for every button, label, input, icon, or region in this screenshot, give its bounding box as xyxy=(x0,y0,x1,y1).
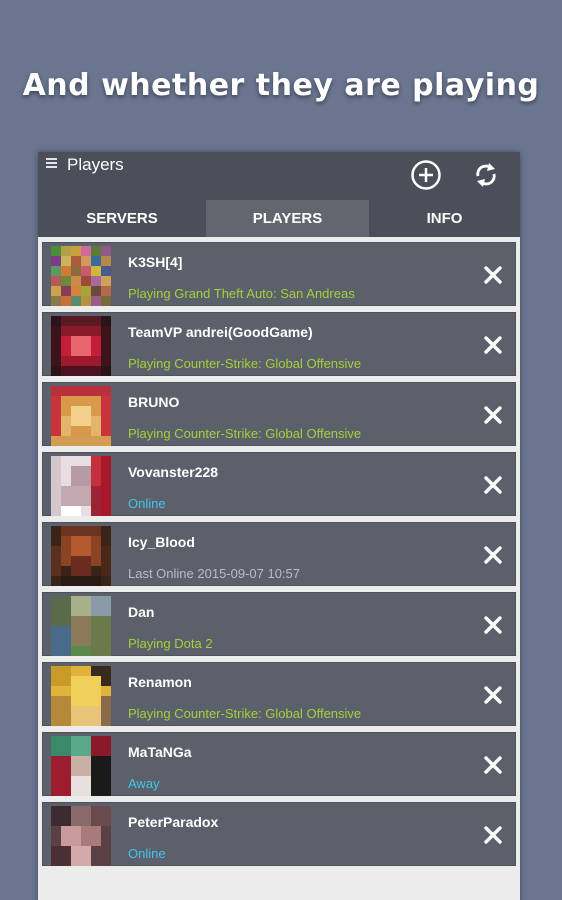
player-name: TeamVP andrei(GoodGame) xyxy=(128,324,313,340)
player-row[interactable]: BRUNO Playing Counter-Strike: Global Off… xyxy=(42,382,516,446)
player-name: Dan xyxy=(128,604,155,620)
refresh-button[interactable] xyxy=(470,159,502,191)
player-name: MaTaNGa xyxy=(128,744,192,760)
player-avatar xyxy=(51,526,111,586)
tab-servers[interactable]: SERVERS xyxy=(38,200,206,237)
headline: And whether they are playing xyxy=(22,68,540,103)
close-icon xyxy=(484,336,502,354)
remove-player-button[interactable] xyxy=(483,685,503,705)
player-name: Renamon xyxy=(128,674,192,690)
close-icon xyxy=(484,406,502,424)
remove-player-button[interactable] xyxy=(483,475,503,495)
player-status: Last Online 2015-09-07 10:57 xyxy=(128,566,301,581)
player-row[interactable]: Icy_Blood Last Online 2015-09-07 10:57 xyxy=(42,522,516,586)
player-status: Playing Counter-Strike: Global Offensive xyxy=(128,706,362,721)
player-avatar xyxy=(51,596,111,656)
player-row[interactable]: Vovanster228 Online xyxy=(42,452,516,516)
remove-player-button[interactable] xyxy=(483,755,503,775)
player-name: Icy_Blood xyxy=(128,534,195,550)
player-avatar xyxy=(51,736,111,796)
player-name: Vovanster228 xyxy=(128,464,219,480)
player-name: PeterParadox xyxy=(128,814,219,830)
remove-player-button[interactable] xyxy=(483,825,503,845)
remove-player-button[interactable] xyxy=(483,265,503,285)
close-icon xyxy=(484,266,502,284)
close-icon xyxy=(484,546,502,564)
close-icon xyxy=(484,826,502,844)
player-name: K3SH[4] xyxy=(128,254,183,270)
player-avatar xyxy=(51,386,111,446)
tab-info[interactable]: INFO xyxy=(369,200,520,237)
player-avatar xyxy=(51,456,111,516)
close-icon xyxy=(484,686,502,704)
remove-player-button[interactable] xyxy=(483,545,503,565)
close-icon xyxy=(484,616,502,634)
player-status: Online xyxy=(128,846,166,861)
remove-player-button[interactable] xyxy=(483,335,503,355)
app-bar: Players xyxy=(38,152,520,200)
player-status: Playing Counter-Strike: Global Offensive xyxy=(128,426,362,441)
player-row[interactable]: Renamon Playing Counter-Strike: Global O… xyxy=(42,662,516,726)
add-circle-icon xyxy=(411,160,441,190)
refresh-icon xyxy=(476,163,496,187)
player-avatar xyxy=(51,806,111,866)
app-window: Players SERVERS PLAYERS INFO K3SH[4] Pla… xyxy=(38,152,520,900)
player-status: Online xyxy=(128,496,166,511)
player-row[interactable]: PeterParadox Online xyxy=(42,802,516,866)
player-avatar xyxy=(51,246,111,306)
player-row[interactable]: MaTaNGa Away xyxy=(42,732,516,796)
app-title: Players xyxy=(67,155,124,174)
player-status: Playing Dota 2 xyxy=(128,636,213,651)
player-row[interactable]: K3SH[4] Playing Grand Theft Auto: San An… xyxy=(42,242,516,306)
player-status: Away xyxy=(128,776,160,791)
add-player-button[interactable] xyxy=(410,159,442,191)
player-row[interactable]: Dan Playing Dota 2 xyxy=(42,592,516,656)
player-status: Playing Counter-Strike: Global Offensive xyxy=(128,356,362,371)
remove-player-button[interactable] xyxy=(483,615,503,635)
tab-players[interactable]: PLAYERS xyxy=(206,200,369,237)
player-name: BRUNO xyxy=(128,394,180,410)
player-row[interactable]: TeamVP andrei(GoodGame) Playing Counter-… xyxy=(42,312,516,376)
player-list: K3SH[4] Playing Grand Theft Auto: San An… xyxy=(42,242,516,872)
player-status: Playing Grand Theft Auto: San Andreas xyxy=(128,286,355,301)
list-menu-icon[interactable] xyxy=(46,158,58,168)
player-avatar xyxy=(51,666,111,726)
close-icon xyxy=(484,756,502,774)
remove-player-button[interactable] xyxy=(483,405,503,425)
tab-bar: SERVERS PLAYERS INFO xyxy=(38,200,520,237)
close-icon xyxy=(484,476,502,494)
player-avatar xyxy=(51,316,111,376)
